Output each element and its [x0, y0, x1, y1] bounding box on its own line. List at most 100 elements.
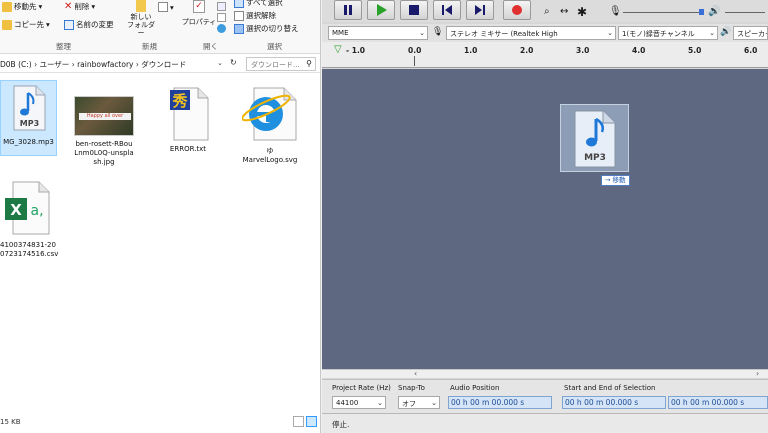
breadcrumb[interactable]: D0B (C:) › ユーザー › rainbowfactory › ダウンロー…: [0, 59, 186, 70]
svg-text:秀: 秀: [171, 92, 188, 110]
timeshift-icon[interactable]: ↔: [560, 6, 568, 17]
speaker-icon[interactable]: 🔊: [708, 6, 720, 17]
properties-button[interactable]: ✓ プロパティ: [181, 0, 217, 36]
group-label-organize: 整理: [56, 42, 71, 51]
invert-selection-label: 選択の切り替え: [246, 24, 299, 33]
svg-text:X: X: [10, 201, 22, 219]
file-name-line-1: ben-rosett-RBou: [75, 140, 133, 148]
copy-to-label: コピー先: [14, 20, 44, 29]
audio-position-field[interactable]: 00 h 00 m 00.000 s: [448, 396, 552, 409]
refresh-icon[interactable]: ↻: [230, 58, 237, 67]
group-label-select: 選択: [267, 42, 282, 51]
select-all-label: すべて選択: [246, 0, 283, 7]
snap-to-select[interactable]: オフ ⌄: [398, 396, 440, 409]
ruler-tick: [414, 56, 415, 66]
chevron-down-icon[interactable]: ⌄: [217, 59, 223, 67]
text-file-icon: 秀: [170, 87, 209, 141]
selection-start-field[interactable]: 00 h 00 m 00.000 s: [562, 396, 666, 409]
new-item-icon: [158, 2, 168, 12]
file-item-txt[interactable]: 秀 ERROR.txt: [158, 86, 218, 156]
audacity-status-bar: 停止.: [322, 413, 768, 433]
ruler-tick-label: 1.0: [464, 46, 478, 55]
move-to-button[interactable]: 移動先 ▾: [2, 1, 42, 12]
stop-button[interactable]: [400, 0, 428, 20]
horizontal-scrollbar[interactable]: ‹ ›: [322, 369, 768, 378]
file-name-line-3: sh.jpg: [93, 158, 115, 166]
delete-button[interactable]: ✕ 削除 ▾: [64, 1, 95, 12]
move-to-icon: [2, 1, 12, 12]
select-none-button[interactable]: 選択解除: [234, 10, 276, 21]
copy-to-button[interactable]: コピー先 ▾: [2, 19, 50, 30]
ruler-tick-label: 3.0: [576, 46, 590, 55]
file-item-svg[interactable]: ゆ MarvelLogo.svg: [237, 86, 303, 166]
record-button[interactable]: [503, 0, 531, 20]
svg-text:a,: a,: [30, 203, 43, 219]
audio-position-value: 00 h 00 m 00.000 s: [451, 398, 525, 407]
properties-label: プロパティ: [181, 18, 217, 26]
invert-selection-button[interactable]: 選択の切り替え: [234, 23, 299, 34]
new-item-button[interactable]: ▾: [158, 2, 174, 12]
status-text: 停止.: [332, 420, 350, 429]
new-folder-button[interactable]: 新しい フォルダー: [124, 0, 158, 40]
large-icons-view-button[interactable]: [306, 416, 317, 427]
timeline-ruler[interactable]: ▽ - 1.0 0.0 1.0 2.0 3.0 4.0 5.0 6.0: [322, 42, 768, 68]
stop-icon: [409, 5, 419, 15]
select-none-label: 選択解除: [246, 11, 276, 20]
address-bar[interactable]: D0B (C:) › ユーザー › rainbowfactory › ダウンロー…: [0, 56, 320, 73]
input-device-select[interactable]: ステレオ ミキサー (Realtek High ⌄: [446, 26, 616, 40]
drag-tooltip: → 移動: [601, 175, 630, 186]
chevron-down-icon: ⌄: [419, 29, 425, 37]
output-device-select[interactable]: スピーカー (: [733, 26, 768, 40]
details-view-button[interactable]: [293, 416, 304, 427]
mp3-file-icon: MP3: [574, 110, 616, 168]
meter-toolbar: 🎙 🔊: [605, 0, 768, 22]
selection-label: Start and End of Selection: [564, 384, 656, 392]
ruler-tick-label: 6.0: [744, 46, 758, 55]
project-rate-value: 44100: [336, 399, 359, 407]
track-area[interactable]: [322, 69, 768, 369]
skip-to-end-button[interactable]: [466, 0, 494, 20]
output-device-value: スピーカー (: [737, 30, 767, 38]
search-input[interactable]: ダウンロード... ⚲: [246, 57, 316, 71]
select-none-icon: [234, 10, 244, 21]
file-item-mp3[interactable]: MP3 MG_3028.mp3: [0, 80, 57, 156]
host-select[interactable]: MME ⌄: [328, 26, 428, 40]
skip-to-start-button[interactable]: [433, 0, 461, 20]
scroll-left-icon[interactable]: ‹: [414, 369, 417, 378]
play-button[interactable]: [367, 0, 395, 20]
ruler-tick-label: 5.0: [688, 46, 702, 55]
microphone-icon[interactable]: 🎙: [609, 6, 622, 17]
multi-tool-icon[interactable]: ✱: [577, 5, 587, 19]
slider-thumb[interactable]: [699, 9, 704, 15]
output-volume-slider[interactable]: [725, 12, 765, 13]
drag-ghost: MP3: [560, 104, 629, 172]
view-switcher: [293, 416, 317, 427]
transport-toolbar: ⌕ ↔ ✱ 🎙 🔊: [322, 0, 768, 22]
play-icon: [377, 4, 387, 16]
select-all-button[interactable]: すべて選択: [234, 0, 283, 8]
ruler-tick-label: - 1.0: [346, 46, 366, 55]
channels-select[interactable]: 1(モノ)録音チャンネル ⌄: [618, 26, 718, 40]
speaker-icon: 🔊: [720, 27, 732, 37]
file-item-jpg[interactable]: Happy all over ben-rosett-RBou Lnm0L0Q-u…: [72, 96, 136, 176]
project-rate-label: Project Rate (Hz): [332, 384, 391, 392]
chevron-down-icon: ▾: [46, 20, 50, 29]
audacity-window: ⌕ ↔ ✱ 🎙 🔊 MME ⌄ 🎙 ステレオ ミキサー (Realtek Hig…: [322, 0, 768, 433]
microphone-icon: 🎙: [432, 27, 444, 37]
properties-icon: ✓: [193, 0, 205, 13]
rename-button[interactable]: 名前の変更: [64, 19, 114, 30]
chevron-down-icon: ▾: [91, 2, 96, 11]
project-rate-select[interactable]: 44100 ⌄: [332, 396, 386, 409]
image-thumbnail: Happy all over: [74, 96, 134, 136]
delete-label: 削除: [74, 2, 90, 11]
file-item-csv[interactable]: X a, 4100374831-20 0723174516.csv: [0, 180, 58, 262]
device-toolbar: MME ⌄ 🎙 ステレオ ミキサー (Realtek High ⌄ 1(モノ)録…: [322, 24, 768, 42]
zoom-icon[interactable]: ⌕: [544, 6, 550, 17]
input-volume-slider[interactable]: [623, 9, 704, 15]
selection-end-field[interactable]: 00 h 00 m 00.000 s: [668, 396, 768, 409]
audio-position-label: Audio Position: [450, 384, 500, 392]
open-icons[interactable]: [217, 2, 229, 33]
play-head-icon[interactable]: ▽: [334, 44, 342, 55]
scroll-right-icon[interactable]: ›: [756, 369, 759, 378]
pause-button[interactable]: [334, 0, 362, 20]
